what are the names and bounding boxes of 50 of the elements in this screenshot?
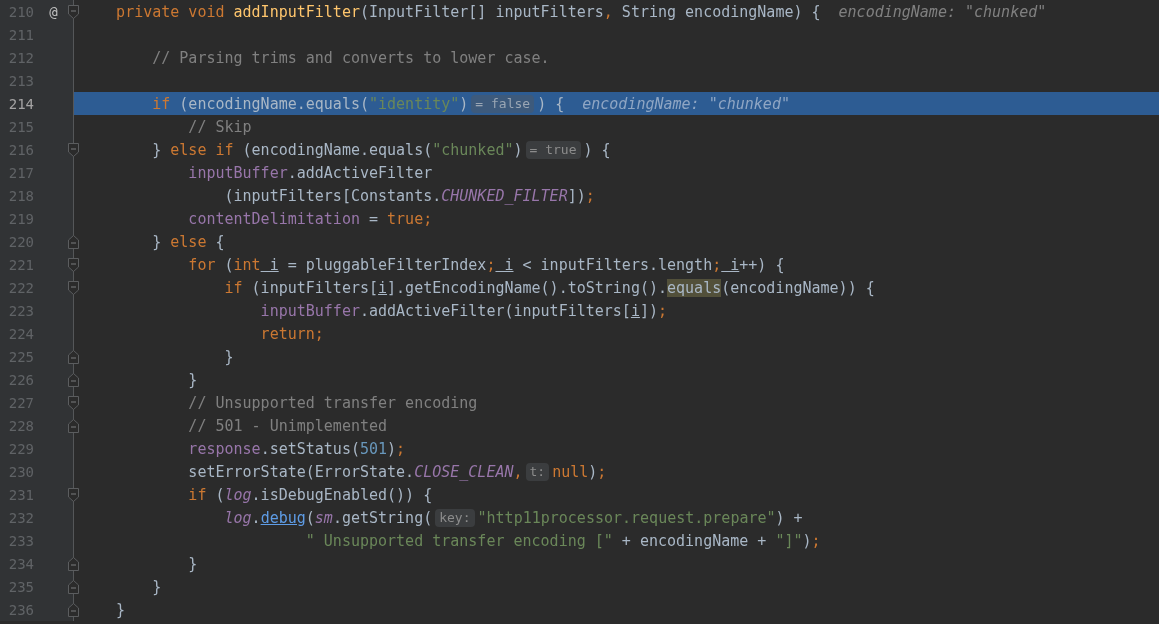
debug-value: encodingName: "chunked" [838,2,1047,21]
code-text: inputBuffer.addActiveFilter [187,163,433,182]
inlay-hint: = false [471,94,535,113]
fold-icon[interactable] [68,143,79,157]
code-text: inputBuffer.addActiveFilter(inputFilters[i]); [259,301,668,320]
code-text: private void addInputFilter(InputFilter[] inputFilters, String encodingName) { [115,2,821,21]
code-text: } else if (encodingName.equals("chunked") [151,140,523,159]
unfold-icon[interactable] [68,350,79,364]
unfold-icon[interactable] [68,580,79,594]
code-text: if (inputFilters[i].getEncodingName().toString().equals(encodingName)) { [223,278,875,297]
code-text: } [223,347,234,366]
code-text: ) { [583,140,611,159]
code-text: " Unsupported transfer encoding [" + encodingName + "]"); [304,531,821,550]
code-text: } [187,554,198,573]
code-text: } [115,600,126,619]
code-text: if (log.isDebugEnabled()) { [187,485,433,504]
unfold-icon[interactable] [68,235,79,249]
code-text: if (encodingName.equals("identity") [151,94,469,113]
fold-icon[interactable] [68,258,79,272]
code-text: setErrorState(ErrorState.CLOSE_CLEAN, [187,462,523,481]
code-text: contentDelimitation = true; [187,209,433,228]
inlay-hint: t: [525,462,550,481]
inlay-hint: key: [435,508,475,527]
code-text: response.setStatus(501); [187,439,406,458]
code-text: // Parsing trims and converts to lower case. [151,48,550,67]
unfold-icon[interactable] [68,603,79,617]
code-text: } [187,370,198,389]
code-text: for (int i = pluggableFilterIndex; i < inputFilters.length; i++) { [187,255,785,274]
line-number: 214 [7,95,34,112]
fold-icon[interactable] [68,281,79,295]
code-text: return; [259,324,324,343]
code-text: null); [552,462,607,481]
inlay-hint: = true [525,140,581,159]
fold-icon[interactable] [68,396,79,410]
code-text: "http11processor.request.prepare") + [477,508,803,527]
fold-icon[interactable] [68,488,79,502]
debug-value: encodingName: "chunked" [582,94,790,113]
code-text: (inputFilters[Constants.CHUNKED_FILTER]); [223,186,595,205]
code-text: // 501 - Unimplemented [187,416,388,435]
code-text: ) { [537,94,565,113]
unfold-icon[interactable] [68,373,79,387]
override-marker-icon[interactable]: @ [49,3,58,20]
code-text: } [151,577,162,596]
code-text: // Unsupported transfer encoding [187,393,478,412]
unfold-icon[interactable] [68,419,79,433]
code-text: // Skip [187,117,252,136]
unfold-icon[interactable] [68,557,79,571]
code-text: } else { [151,232,225,251]
code-text: log.debug(sm.getString( [223,508,433,527]
fold-icon[interactable] [68,5,79,19]
